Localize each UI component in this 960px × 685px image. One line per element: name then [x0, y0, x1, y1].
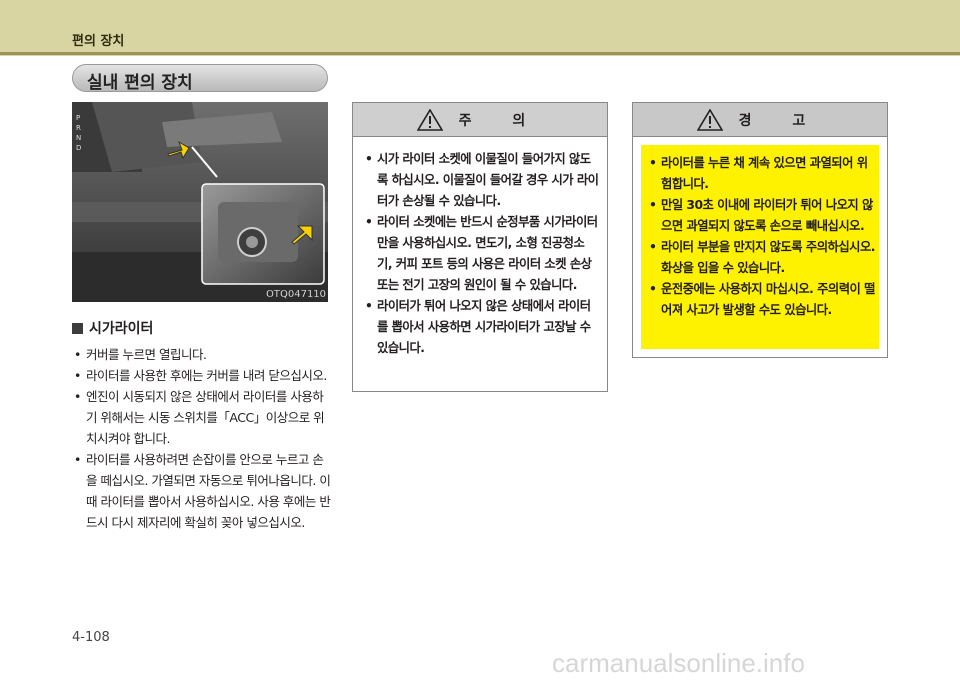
list-item: 만일 30초 이내에 라이터가 튀어 나오지 않으면 과열되지 않도록 손으로 … — [647, 195, 875, 237]
caution-list: 시가 라이터 소켓에 이물질이 들어가지 않도록 하십시오. 이물질이 들어갈 … — [363, 149, 599, 359]
warning-title: 경 고 — [738, 112, 824, 129]
cigarette-lighter-photo: P R N D OTQ047110 — [72, 102, 328, 302]
header-rule — [0, 52, 960, 55]
list-item: 라이터를 누른 채 계속 있으면 과열되어 위험합니다. — [647, 153, 875, 195]
photo-illustration: P R N D OTQ047110 — [72, 102, 328, 302]
watermark: carmanualsonline.info — [552, 648, 805, 678]
gear-letter-n: N — [76, 134, 81, 142]
list-item: 커버를 누르면 열립니다. — [72, 344, 334, 365]
subsection-heading: 시가라이터 — [72, 318, 334, 338]
gear-letter-p: P — [76, 114, 80, 122]
list-item: 라이터를 사용한 후에는 커버를 내려 닫으십시오. — [72, 365, 334, 386]
list-item: 라이터 부분을 만지지 않도록 주의하십시오. 화상을 입을 수 있습니다. — [647, 237, 875, 279]
list-item: 라이터를 사용하려면 손잡이를 안으로 누르고 손을 떼십시오. 가열되면 자동… — [72, 449, 334, 533]
warning-triangle-icon — [696, 108, 723, 131]
warning-triangle-icon — [416, 108, 443, 131]
section-title-pill: 실내 편의 장치 — [72, 64, 328, 93]
lighter-description: 시가라이터 커버를 누르면 열립니다. 라이터를 사용한 후에는 커버를 내려 … — [72, 318, 334, 533]
lighter-instructions: 커버를 누르면 열립니다. 라이터를 사용한 후에는 커버를 내려 닫으십시오.… — [72, 344, 334, 533]
list-item: 운전중에는 사용하지 마십시오. 주의력이 떨어져 사고가 발생할 수도 있습니… — [647, 279, 875, 321]
list-item: 라이터 소켓에는 반드시 순정부품 시가라이터만을 사용하십시오. 면도기, 소… — [363, 212, 599, 296]
caution-title: 주 의 — [458, 112, 544, 129]
page-header — [0, 0, 960, 56]
figure-code: OTQ047110 — [266, 289, 326, 300]
warning-box: 경 고 라이터를 누른 채 계속 있으면 과열되어 위험합니다. 만일 30초 … — [632, 102, 888, 358]
list-item: 엔진이 시동되지 않은 상태에서 라이터를 사용하기 위해서는 시동 스위치를「… — [72, 386, 334, 449]
caution-box: 주 의 시가 라이터 소켓에 이물질이 들어가지 않도록 하십시오. 이물질이 … — [352, 102, 608, 392]
warning-header: 경 고 — [633, 103, 887, 137]
subsection-title: 시가라이터 — [89, 321, 154, 337]
list-item: 시가 라이터 소켓에 이물질이 들어가지 않도록 하십시오. 이물질이 들어갈 … — [363, 149, 599, 212]
header-title: 편의 장치 — [72, 34, 125, 49]
caution-body: 시가 라이터 소켓에 이물질이 들어가지 않도록 하십시오. 이물질이 들어갈 … — [353, 137, 607, 359]
square-bullet-icon — [72, 322, 83, 334]
section-title: 실내 편의 장치 — [87, 73, 193, 93]
warning-list: 라이터를 누른 채 계속 있으면 과열되어 위험합니다. 만일 30초 이내에 … — [647, 153, 875, 321]
gear-letter-r: R — [76, 124, 81, 132]
caution-header: 주 의 — [353, 103, 607, 137]
list-item: 라이터가 튀어 나오지 않은 상태에서 라이터를 뽑아서 사용하면 시가라이터가… — [363, 296, 599, 359]
page-number: 4-108 — [72, 630, 110, 645]
gear-letter-d: D — [76, 144, 81, 152]
warning-body: 라이터를 누른 채 계속 있으면 과열되어 위험합니다. 만일 30초 이내에 … — [641, 145, 879, 349]
